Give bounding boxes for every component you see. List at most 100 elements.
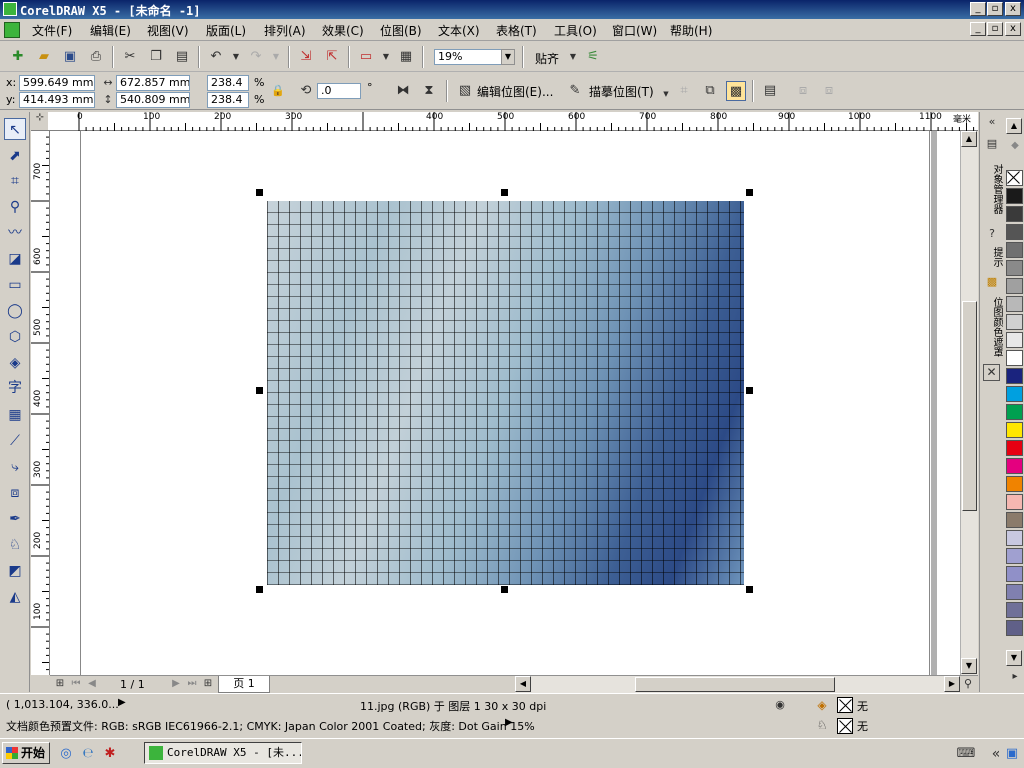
horizontal-ruler[interactable]: 0 100 200 300 400 500 600 700 800 900 10…	[48, 112, 978, 132]
undo-dropdown-icon[interactable]: ▼	[226, 47, 246, 67]
application-launcher-icon[interactable]: ▭	[356, 47, 376, 67]
maximize-button[interactable]: ▫	[987, 2, 1003, 16]
rectangle-tool-icon[interactable]: ▭	[4, 274, 26, 296]
color-swatch[interactable]	[1006, 530, 1023, 546]
import-icon[interactable]: ⇲	[296, 47, 316, 67]
color-swatch[interactable]	[1006, 278, 1023, 294]
color-swatch[interactable]	[1006, 350, 1023, 366]
vertical-scrollbar[interactable]: ▲ ▼	[960, 131, 978, 675]
menu-help[interactable]: 帮助(H)	[670, 22, 712, 39]
options-icon[interactable]: ⚟	[583, 47, 603, 67]
scroll-up-button[interactable]: ▲	[961, 131, 977, 147]
color-swatch[interactable]	[1006, 584, 1023, 600]
paste-icon[interactable]: ▤	[172, 47, 192, 67]
lock-ratio-icon[interactable]: 🔒	[268, 81, 288, 101]
edit-bitmap-button[interactable]: 编辑位图(E)...	[477, 83, 553, 100]
selection-handle-top[interactable]	[501, 189, 508, 196]
bitmap-color-mask-tab[interactable]: 位图颜色遮罩	[982, 292, 1004, 362]
selection-handle-top-right[interactable]	[746, 189, 753, 196]
menu-window[interactable]: 窗口(W)	[612, 22, 657, 39]
color-swatch[interactable]	[1006, 548, 1023, 564]
trace-bitmap-button[interactable]: 描摹位图(T)	[589, 83, 654, 100]
new-document-icon[interactable]: ✚	[8, 47, 28, 67]
height-field[interactable]: 540.809 mm	[116, 92, 190, 108]
outline-pen-tool-icon[interactable]: ♘	[4, 534, 26, 556]
status-expand-icon[interactable]: ▶	[118, 697, 126, 708]
color-swatch[interactable]	[1006, 512, 1023, 528]
selection-handle-left[interactable]	[256, 387, 263, 394]
snap-dropdown-icon[interactable]: ▼	[563, 47, 583, 67]
ellipse-tool-icon[interactable]: ◯	[4, 300, 26, 322]
color-swatch[interactable]	[1006, 242, 1023, 258]
resample-icon[interactable]: ⧉	[700, 81, 720, 101]
vertical-ruler[interactable]: 700 600 500 400 300 200 100	[31, 130, 50, 675]
horizontal-scrollbar[interactable]: ◀ ▶	[515, 676, 960, 693]
pick-tool-icon[interactable]: ↖	[4, 118, 26, 140]
rotation-angle-field[interactable]: .0	[317, 83, 361, 99]
dimension-tool-icon[interactable]: ⟋	[4, 430, 26, 452]
quicklaunch-ie-icon[interactable]: ℮	[78, 744, 98, 764]
docker-close-icon[interactable]: ✕	[983, 364, 1000, 381]
color-swatch[interactable]	[1006, 314, 1023, 330]
connector-tool-icon[interactable]: ⤷	[4, 456, 26, 478]
palette-scroll-up-button[interactable]: ▲	[1006, 118, 1022, 134]
selection-handle-bottom-right[interactable]	[746, 586, 753, 593]
text-tool-icon[interactable]: 字	[4, 377, 26, 399]
doc-minimize-button[interactable]: _	[970, 22, 986, 36]
color-swatch[interactable]	[1006, 404, 1023, 420]
coreldraw-app-icon[interactable]	[3, 2, 17, 16]
color-swatch[interactable]	[1006, 566, 1023, 582]
color-swatch[interactable]	[1006, 368, 1023, 384]
shape-tool-icon[interactable]: ⬈	[4, 145, 26, 167]
color-swatch[interactable]	[1006, 188, 1023, 204]
menu-tools[interactable]: 工具(O)	[554, 22, 597, 39]
selection-handle-bottom[interactable]	[501, 586, 508, 593]
zoom-level-field[interactable]: 19%	[434, 49, 506, 65]
drawing-canvas[interactable]	[50, 131, 960, 675]
color-swatch[interactable]	[1006, 620, 1023, 636]
fill-none-swatch[interactable]	[837, 697, 853, 713]
quicklaunch-browser-icon[interactable]: ◎	[56, 744, 76, 764]
scroll-left-button[interactable]: ◀	[515, 676, 531, 692]
document-color-profile[interactable]: 文档颜色预置文件: RGB: sRGB IEC61966-2.1; CMYK: …	[6, 718, 535, 734]
to-back-icon[interactable]: ⧈	[819, 81, 839, 101]
color-swatch[interactable]	[1006, 476, 1023, 492]
blend-tool-icon[interactable]: ⧈	[4, 482, 26, 504]
menu-bitmaps[interactable]: 位图(B)	[380, 22, 422, 39]
menu-arrange[interactable]: 排列(A)	[264, 22, 306, 39]
trace-dropdown-icon[interactable]: ▼	[656, 84, 676, 104]
zoom-tool-icon[interactable]: ⚲	[4, 196, 26, 218]
menu-view[interactable]: 视图(V)	[147, 22, 189, 39]
print-icon[interactable]: ⎙	[86, 47, 106, 67]
wrap-text-icon[interactable]: ▤	[760, 81, 780, 101]
x-position-field[interactable]: 599.649 mm	[19, 75, 95, 91]
close-button[interactable]: x	[1005, 2, 1021, 16]
hints-tab[interactable]: 提示	[982, 244, 1004, 270]
palette-scroll-down-button[interactable]: ▼	[1006, 650, 1022, 666]
color-swatch[interactable]	[1006, 260, 1023, 276]
interactive-fill-tool-icon[interactable]: ◭	[4, 586, 26, 608]
bitmap-color-mask-icon[interactable]: ▩	[726, 81, 746, 101]
menu-table[interactable]: 表格(T)	[496, 22, 537, 39]
document-icon[interactable]	[4, 22, 20, 38]
taskbar-coreldraw-item[interactable]: CorelDRAW X5 - [未...	[144, 742, 302, 764]
keyboard-tray-icon[interactable]: ⌨	[956, 744, 976, 764]
object-manager-tab[interactable]: 对象管理器	[982, 154, 1004, 224]
menu-layout[interactable]: 版面(L)	[206, 22, 246, 39]
width-field[interactable]: 672.857 mm	[116, 75, 190, 91]
color-swatch[interactable]	[1006, 494, 1023, 510]
crop-tool-icon[interactable]: ⌗	[4, 170, 26, 192]
welcome-screen-icon[interactable]: ▦	[396, 47, 416, 67]
color-swatch[interactable]	[1006, 332, 1023, 348]
color-swatch[interactable]	[1006, 422, 1023, 438]
table-tool-icon[interactable]: ▦	[4, 404, 26, 426]
crop-bitmap-icon[interactable]: ⌗	[674, 81, 694, 101]
basic-shapes-tool-icon[interactable]: ◈	[4, 352, 26, 374]
color-proof-icon[interactable]: ◉	[770, 695, 790, 715]
eyedropper-tool-icon[interactable]: ✒	[4, 508, 26, 530]
mirror-horizontal-icon[interactable]: ⧓	[393, 81, 413, 101]
network-tray-icon[interactable]: ▣	[1002, 744, 1022, 764]
selection-handle-right[interactable]	[746, 387, 753, 394]
quicklaunch-app-icon[interactable]: ✱	[100, 744, 120, 764]
zoom-dropdown-icon[interactable]: ▼	[501, 49, 515, 65]
